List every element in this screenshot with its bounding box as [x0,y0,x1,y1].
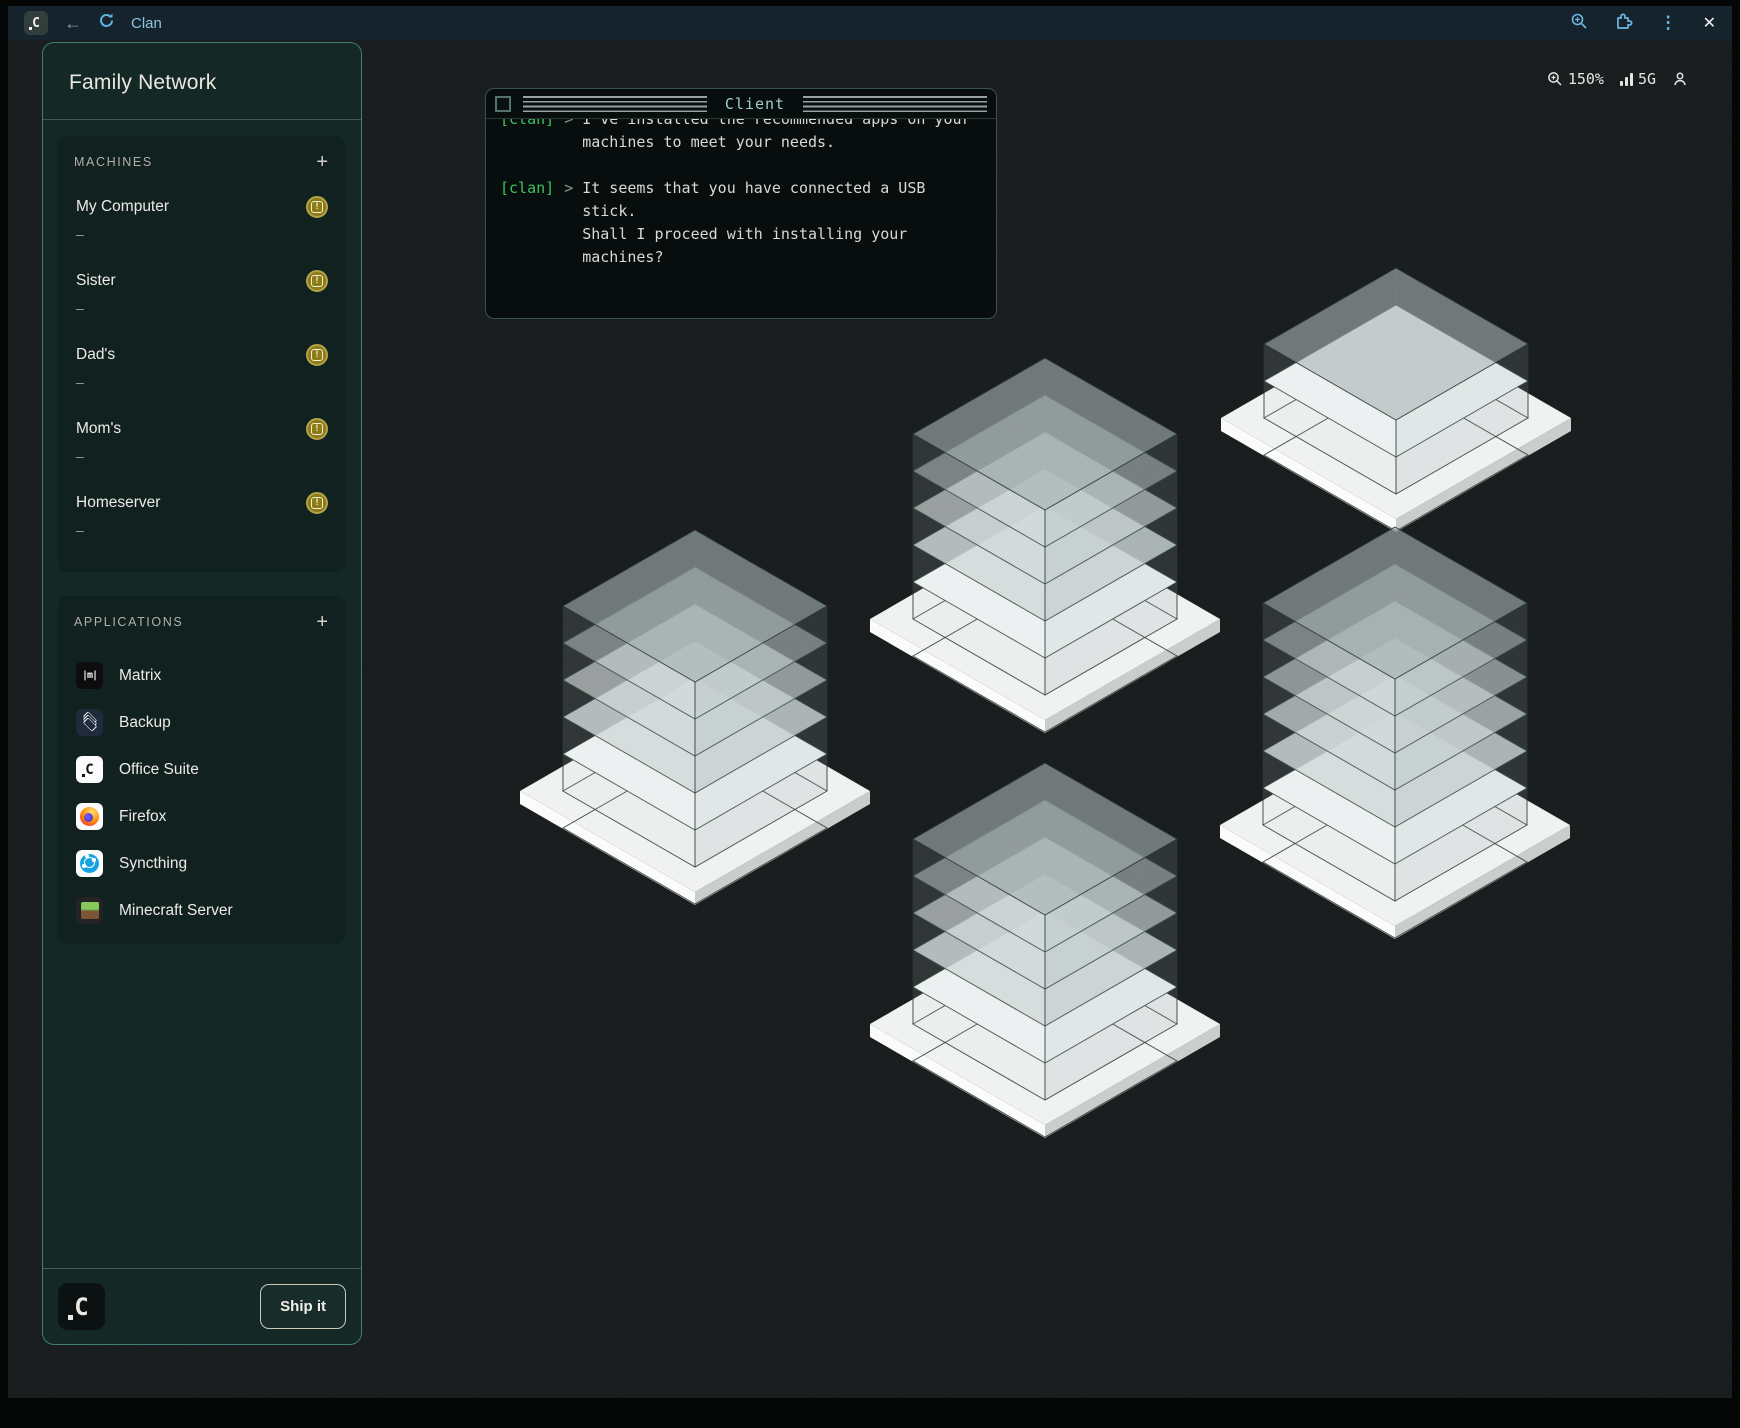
message-text: I've installed the recommended apps on y… [582,119,978,154]
machine-status: – [76,448,328,464]
application-name: Syncthing [119,855,187,873]
machine-status: – [76,522,328,538]
page-title: Family Network [43,43,361,119]
application-name: Matrix [119,667,161,685]
title-bar-stripes [803,96,987,112]
network-indicator: 5G [1620,70,1656,88]
applications-panel: APPLICATIONS + |m| Matrix Backup [58,596,346,944]
terminal-body: [clan] > I've installed the recommended … [486,119,996,319]
message-sender: [clan] [500,119,554,154]
ship-it-button[interactable]: Ship it [260,1284,346,1329]
application-name: Backup [119,714,171,732]
add-machine-button[interactable]: + [314,152,330,172]
application-name: Office Suite [119,761,199,779]
machines-section-label: MACHINES [74,155,153,169]
terminal-message: [clan] > I've installed the recommended … [500,119,982,154]
message-prompt: > [554,177,582,269]
machine-name: Dad's [76,346,115,364]
message-text: It seems that you have connected a USB s… [582,177,978,269]
machine-item[interactable]: My Computer ! – [74,192,330,266]
machine-item[interactable]: Dad's ! – [74,340,330,414]
backup-icon [76,709,103,736]
application-item[interactable]: Minecraft Server [74,887,330,934]
user-icon [1672,71,1688,87]
network-label: 5G [1638,70,1656,88]
application-item[interactable]: C Office Suite [74,746,330,793]
clan-favicon-icon: C [24,11,48,35]
refresh-icon[interactable] [98,12,115,34]
terminal-box-icon[interactable] [495,96,511,112]
warning-badge-icon: ! [306,418,328,440]
client-terminal-window: Client [clan] > I've installed the recom… [485,88,997,319]
terminal-message: [clan] > It seems that you have connecte… [500,177,982,269]
machine-name: My Computer [76,198,169,216]
machines-panel: MACHINES + My Computer ! – [58,136,346,572]
tab-title: Clan [131,15,162,32]
message-prompt: > [554,119,582,154]
warning-badge-icon: ! [306,344,328,366]
title-bar-stripes [523,96,707,112]
warning-badge-icon: ! [306,196,328,218]
zoom-magnifier-icon [1547,71,1563,87]
close-icon[interactable]: ✕ [1703,13,1716,33]
matrix-icon: |m| [76,662,103,689]
terminal-messages: [clan] > I've installed the recommended … [500,119,982,269]
firefox-icon [76,803,103,830]
machine-item[interactable]: Sister ! – [74,266,330,340]
application-name: Firefox [119,808,166,826]
add-application-button[interactable]: + [314,612,330,632]
applications-section-label: APPLICATIONS [74,615,183,629]
application-item[interactable]: Backup [74,699,330,746]
terminal-title-bar[interactable]: Client [486,89,996,119]
zoom-page-icon[interactable] [1570,12,1588,35]
menu-kebab-icon[interactable]: ⋮ [1660,13,1677,33]
machine-status: – [76,300,328,316]
machine-item[interactable]: Homeserver ! – [74,488,330,562]
back-icon[interactable]: ← [64,14,82,32]
warning-badge-icon: ! [306,492,328,514]
message-sender: [clan] [500,177,554,269]
clan-logo-icon: C [58,1283,105,1330]
status-bar: 150% 5G [1547,70,1688,88]
zoom-control[interactable]: 150% [1547,70,1604,88]
sidebar-footer: C Ship it [43,1268,361,1344]
office-suite-icon: C [76,756,103,783]
machine-status: – [76,374,328,390]
sidebar: Family Network MACHINES + My Computer ! … [42,42,362,1345]
machine-name: Mom's [76,420,121,438]
signal-bars-icon [1620,73,1633,86]
application-item[interactable]: Firefox [74,793,330,840]
syncthing-icon [76,850,103,877]
minecraft-icon [76,897,103,924]
machine-name: Sister [76,272,116,290]
application-name: Minecraft Server [119,902,233,920]
user-indicator[interactable] [1672,71,1688,87]
application-item[interactable]: |m| Matrix [74,652,330,699]
extensions-puzzle-icon[interactable] [1614,11,1634,36]
zoom-level: 150% [1568,70,1604,88]
machine-status: – [76,226,328,242]
browser-bar: C ← Clan ⋮ ✕ [8,6,1732,40]
warning-badge-icon: ! [306,270,328,292]
application-item[interactable]: Syncthing [74,840,330,887]
machine-name: Homeserver [76,494,160,512]
machine-item[interactable]: Mom's ! – [74,414,330,488]
terminal-title: Client [719,95,791,113]
